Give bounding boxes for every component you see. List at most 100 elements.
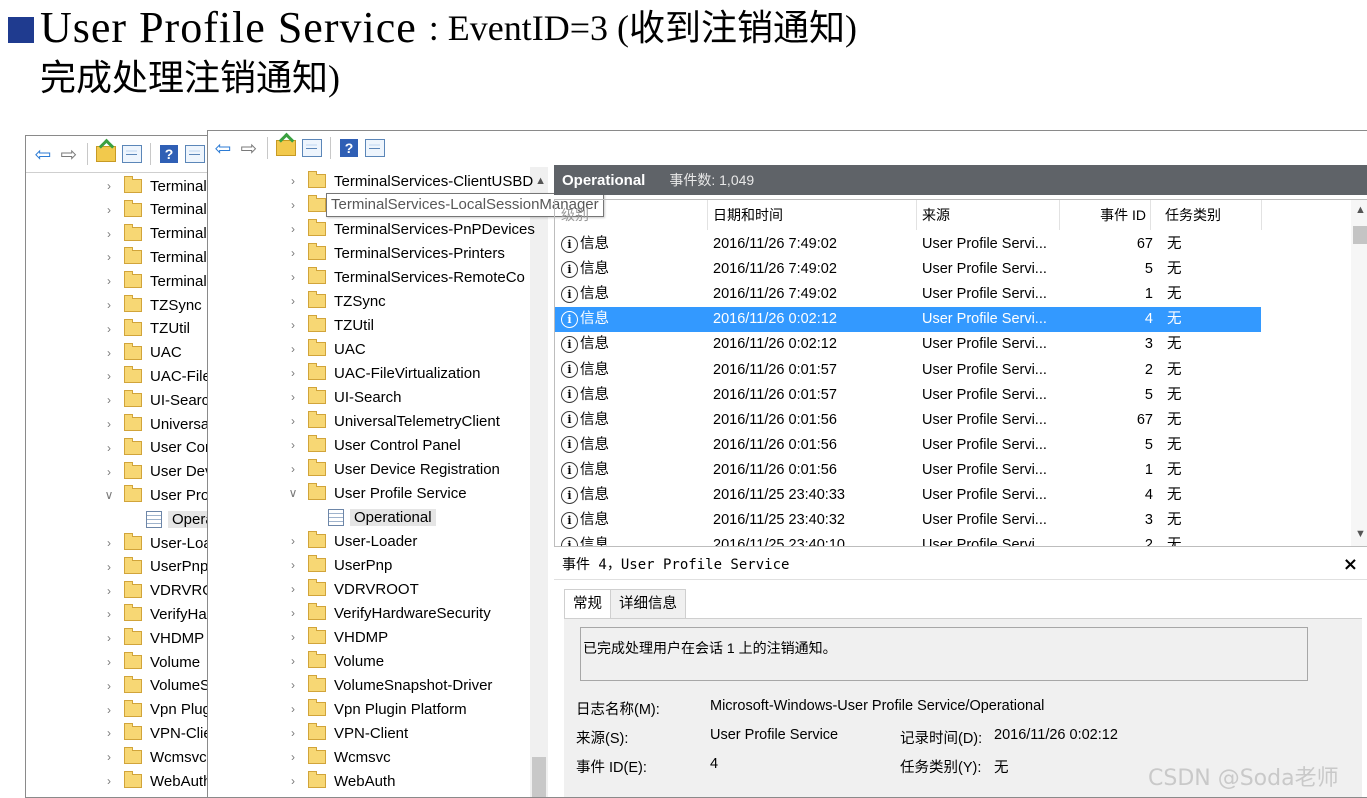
chevron-right-icon[interactable]: › bbox=[102, 179, 116, 193]
up-folder-button[interactable] bbox=[275, 137, 297, 159]
forward-arrow-icon[interactable]: ⇨ bbox=[238, 137, 260, 160]
chevron-right-icon[interactable]: › bbox=[286, 342, 300, 356]
tree-node[interactable]: › TerminalServices-RemoteCo bbox=[286, 265, 525, 289]
chevron-right-icon[interactable]: › bbox=[102, 631, 116, 645]
chevron-right-icon[interactable]: › bbox=[286, 246, 300, 260]
column-header-date[interactable]: 日期和时间 bbox=[707, 200, 917, 230]
tree-node[interactable]: › Terminal bbox=[102, 245, 207, 269]
tree-node[interactable]: › Terminal bbox=[102, 222, 207, 246]
event-row[interactable]: i 信息 2016/11/26 0:02:12 User Profile Servi.… bbox=[555, 332, 1261, 357]
tree-node[interactable]: › Volume bbox=[286, 649, 384, 673]
chevron-up-icon[interactable]: ▲ bbox=[1355, 204, 1366, 216]
chevron-right-icon[interactable]: › bbox=[286, 174, 300, 188]
tree-node[interactable]: › TZUtil bbox=[286, 313, 374, 337]
chevron-right-icon[interactable]: › bbox=[102, 298, 116, 312]
show-hide-tree-button[interactable] bbox=[301, 137, 323, 159]
tree-node[interactable]: › Terminal bbox=[102, 269, 207, 293]
chevron-right-icon[interactable]: › bbox=[102, 607, 116, 621]
help-button[interactable]: ? bbox=[158, 143, 180, 165]
chevron-right-icon[interactable]: › bbox=[286, 438, 300, 452]
tree-node[interactable]: › WebAuth bbox=[102, 769, 211, 793]
tree-node[interactable]: › User-Loader bbox=[286, 529, 417, 553]
chevron-right-icon[interactable]: › bbox=[286, 222, 300, 236]
tree-node[interactable]: › User Dev bbox=[102, 460, 213, 484]
event-row[interactable]: i 信息 2016/11/26 0:02:12 User Profile Servi.… bbox=[555, 307, 1261, 333]
chevron-right-icon[interactable]: › bbox=[102, 655, 116, 669]
tree-node[interactable]: › Universa bbox=[102, 412, 209, 436]
chevron-right-icon[interactable]: › bbox=[102, 536, 116, 550]
chevron-right-icon[interactable]: › bbox=[102, 441, 116, 455]
tree-node[interactable]: › User Device Registration bbox=[286, 457, 500, 481]
chevron-right-icon[interactable]: › bbox=[102, 560, 116, 574]
back-arrow-icon[interactable]: ⇦ bbox=[212, 137, 234, 160]
tree-node[interactable]: › TerminalServices-PnPDevices bbox=[286, 217, 535, 241]
event-row[interactable]: i 信息 2016/11/26 7:49:02 User Profile Servi.… bbox=[555, 282, 1261, 307]
tree-node[interactable]: › UAC bbox=[286, 337, 366, 361]
chevron-right-icon[interactable]: › bbox=[286, 318, 300, 332]
tree-node[interactable]: › User-Loa bbox=[102, 531, 212, 555]
tree-node[interactable]: › VPN-Client bbox=[286, 721, 408, 745]
chevron-up-icon[interactable]: ▲ bbox=[535, 175, 546, 187]
tree-node[interactable]: › User Cor bbox=[102, 436, 210, 460]
tree-node[interactable]: › Wcmsvc bbox=[102, 745, 207, 769]
tree-node[interactable]: › UAC bbox=[102, 341, 182, 365]
tab-details[interactable]: 详细信息 bbox=[611, 589, 686, 619]
tree-node[interactable]: › VerifyHa bbox=[102, 602, 207, 626]
chevron-right-icon[interactable]: › bbox=[102, 417, 116, 431]
event-row[interactable]: i 信息 2016/11/25 23:40:32 User Profile Servi… bbox=[555, 508, 1261, 533]
chevron-right-icon[interactable]: › bbox=[102, 346, 116, 360]
tree-node-child[interactable]: Operational bbox=[326, 505, 436, 529]
tree-node[interactable]: ∨ User Profile Service bbox=[286, 481, 467, 505]
chevron-right-icon[interactable]: › bbox=[102, 703, 116, 717]
tab-general[interactable]: 常规 bbox=[564, 589, 611, 618]
tree-node[interactable]: › UI-Searc bbox=[102, 388, 209, 412]
tree-node[interactable]: › UserPnp bbox=[286, 553, 392, 577]
help-button[interactable]: ? bbox=[338, 137, 360, 159]
tree-node[interactable]: › VPN-Clie bbox=[102, 721, 212, 745]
chevron-right-icon[interactable]: › bbox=[286, 558, 300, 572]
action-pane-button[interactable] bbox=[364, 137, 386, 159]
tree-node[interactable]: › TerminalServices-ClientUSBD bbox=[286, 169, 533, 193]
column-header-event-id[interactable]: 事件 ID bbox=[1059, 200, 1151, 230]
close-icon[interactable]: × bbox=[1343, 551, 1358, 579]
tree-node[interactable]: › UI-Search bbox=[286, 385, 402, 409]
forward-arrow-icon[interactable]: ⇨ bbox=[58, 143, 80, 166]
tree-node[interactable]: › TZUtil bbox=[102, 317, 190, 341]
tree-node[interactable]: › TerminalServices-Printers bbox=[286, 241, 505, 265]
event-row[interactable]: i 信息 2016/11/26 0:01:57 User Profile Servi.… bbox=[555, 383, 1261, 408]
tree-node[interactable]: › UAC-FileVirtualization bbox=[286, 361, 480, 385]
chevron-right-icon[interactable]: › bbox=[286, 678, 300, 692]
chevron-right-icon[interactable]: › bbox=[286, 606, 300, 620]
tree-node[interactable]: › TZSync bbox=[286, 289, 386, 313]
tree-node[interactable]: › VolumeS bbox=[102, 674, 210, 698]
chevron-right-icon[interactable]: › bbox=[102, 393, 116, 407]
chevron-right-icon[interactable]: › bbox=[286, 414, 300, 428]
chevron-right-icon[interactable]: › bbox=[102, 465, 116, 479]
column-header-source[interactable]: 来源 bbox=[916, 200, 1060, 230]
chevron-down-icon[interactable]: ∨ bbox=[102, 488, 116, 502]
chevron-right-icon[interactable]: › bbox=[102, 774, 116, 788]
chevron-right-icon[interactable]: › bbox=[286, 702, 300, 716]
tree-node[interactable]: › VerifyHardwareSecurity bbox=[286, 601, 491, 625]
event-row[interactable]: i 信息 2016/11/26 0:01:56 User Profile Servi.… bbox=[555, 458, 1261, 483]
chevron-right-icon[interactable]: › bbox=[286, 582, 300, 596]
tree-scrollbar[interactable]: ▲ bbox=[530, 167, 548, 797]
chevron-right-icon[interactable]: › bbox=[286, 366, 300, 380]
chevron-right-icon[interactable]: › bbox=[286, 270, 300, 284]
tree-node[interactable]: › Wcmsvc bbox=[286, 745, 391, 769]
chevron-right-icon[interactable]: › bbox=[286, 534, 300, 548]
tree-node[interactable]: › UAC-File bbox=[102, 364, 211, 388]
tree-node[interactable]: › Volume bbox=[102, 650, 200, 674]
event-description[interactable]: 已完成处理用户在会话 1 上的注销通知。 bbox=[580, 627, 1308, 681]
chevron-right-icon[interactable]: › bbox=[102, 203, 116, 217]
chevron-down-icon[interactable]: ∨ bbox=[286, 486, 300, 500]
event-row[interactable]: i 信息 2016/11/26 0:01:56 User Profile Servi.… bbox=[555, 408, 1261, 433]
chevron-right-icon[interactable]: › bbox=[286, 774, 300, 788]
tree-node[interactable]: › TZSync bbox=[102, 293, 202, 317]
event-row[interactable]: i 信息 2016/11/25 23:40:33 User Profile Servi… bbox=[555, 483, 1261, 508]
chevron-right-icon[interactable]: › bbox=[102, 250, 116, 264]
back-arrow-icon[interactable]: ⇦ bbox=[32, 143, 54, 166]
column-header-level[interactable]: 级别 bbox=[555, 200, 708, 230]
tree-node[interactable]: › VDRVRO bbox=[102, 579, 214, 603]
up-folder-button[interactable] bbox=[95, 143, 117, 165]
